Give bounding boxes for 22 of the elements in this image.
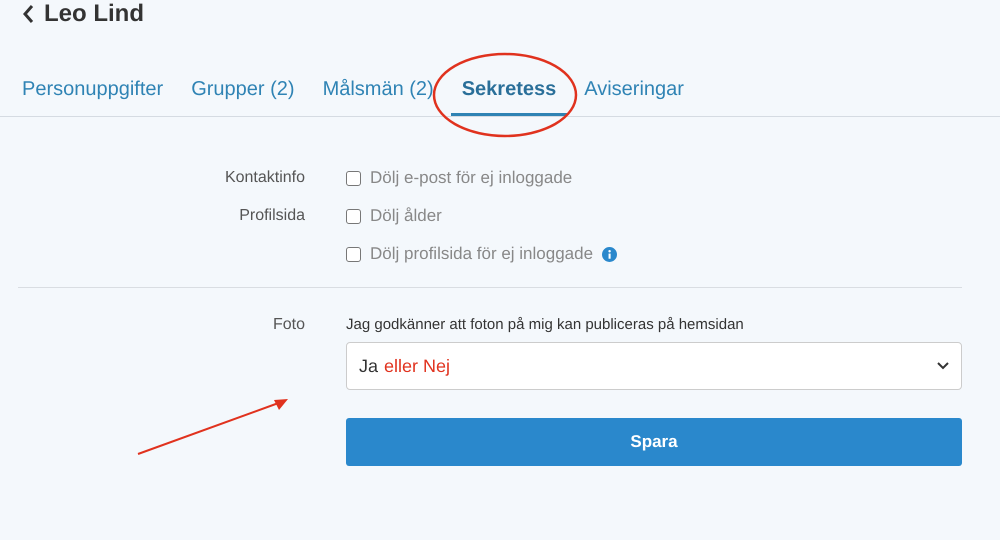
checkbox-label: Dölj profilsida för ej inloggade bbox=[370, 243, 594, 265]
back-icon[interactable] bbox=[22, 4, 34, 24]
field-label: Kontaktinfo bbox=[224, 168, 306, 188]
save-button[interactable]: Spara bbox=[346, 418, 962, 466]
tab[interactable]: Personuppgifter bbox=[11, 68, 174, 116]
select-field[interactable]: Ja eller Nej bbox=[346, 342, 962, 390]
annotation-text: eller Nej bbox=[384, 356, 450, 376]
tab[interactable]: Grupper (2) bbox=[180, 68, 306, 116]
tab[interactable]: Målsmän (2) bbox=[312, 68, 445, 116]
checkbox[interactable] bbox=[346, 170, 361, 186]
checkbox[interactable] bbox=[346, 246, 361, 262]
select-question: Jag godkänner att foton på mig kan publiceras på hemsidan bbox=[346, 315, 745, 335]
select-value: Ja bbox=[359, 356, 378, 376]
field-label: Profilsida bbox=[238, 206, 306, 226]
checkbox[interactable] bbox=[346, 208, 361, 224]
checkbox-label: Dölj e-post för ej inloggade bbox=[370, 167, 572, 189]
info-icon[interactable] bbox=[602, 246, 618, 262]
field-label: Foto bbox=[272, 315, 306, 335]
chevron-down-icon bbox=[937, 362, 949, 370]
checkbox-label: Dölj ålder bbox=[370, 205, 442, 227]
page-title: Leo Lind bbox=[44, 0, 144, 28]
tab[interactable]: Aviseringar bbox=[573, 68, 695, 116]
